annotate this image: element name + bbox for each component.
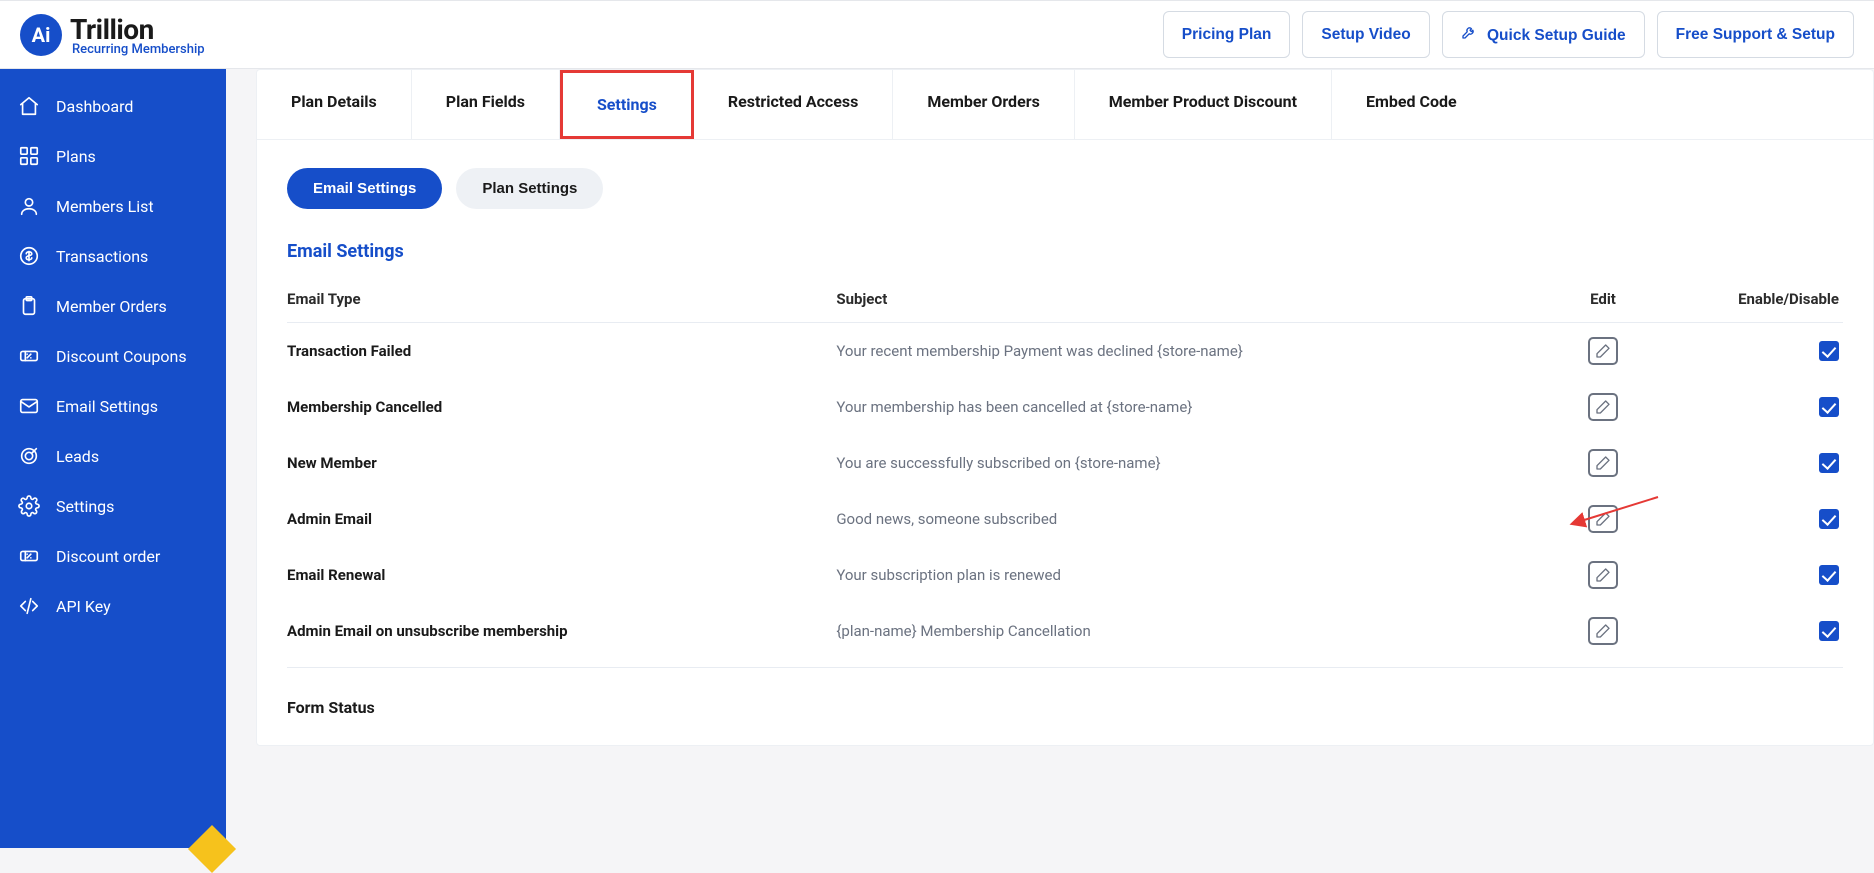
subject-cell: You are successfully subscribed on {stor… (836, 454, 1523, 472)
email-settings-pill[interactable]: Email Settings (287, 168, 442, 209)
mail-icon (18, 395, 40, 417)
edit-button[interactable] (1588, 449, 1618, 477)
topbar-actions: Pricing Plan Setup Video Quick Setup Gui… (1163, 11, 1854, 58)
email-type-cell: New Member (287, 454, 836, 472)
email-type-cell: Email Renewal (287, 566, 836, 584)
dollar-icon (18, 245, 40, 267)
code-icon (18, 595, 40, 617)
edit-button[interactable] (1588, 561, 1618, 589)
tab-embed-code[interactable]: Embed Code (1332, 70, 1491, 139)
enable-checkbox[interactable] (1819, 397, 1839, 417)
free-support-button[interactable]: Free Support & Setup (1657, 11, 1854, 58)
main-content: Plan DetailsPlan FieldsSettingsRestricte… (226, 69, 1874, 848)
table-row: Admin EmailGood news, someone subscribed (287, 491, 1843, 547)
sidebar-item-label: Settings (56, 497, 114, 516)
ticket-icon (18, 345, 40, 367)
col-enable: Enable/Disable (1683, 290, 1843, 308)
enable-checkbox[interactable] (1819, 621, 1839, 641)
tab-plan-fields[interactable]: Plan Fields (412, 70, 560, 139)
tabs: Plan DetailsPlan FieldsSettingsRestricte… (257, 70, 1873, 140)
table-row: Email RenewalYour subscription plan is r… (287, 547, 1843, 603)
home-icon (18, 95, 40, 117)
form-status-heading: Form Status (287, 698, 1843, 717)
email-type-cell: Admin Email (287, 510, 836, 528)
table-row: Admin Email on unsubscribe membership{pl… (287, 603, 1843, 668)
sidebar-item-api-key[interactable]: API Key (0, 581, 226, 631)
pricing-plan-button[interactable]: Pricing Plan (1163, 11, 1291, 58)
table-row: Membership CancelledYour membership has … (287, 379, 1843, 435)
email-type-cell: Admin Email on unsubscribe membership (287, 622, 836, 640)
col-email-type: Email Type (287, 290, 836, 308)
sidebar-item-label: Plans (56, 147, 96, 166)
subject-cell: Your membership has been cancelled at {s… (836, 398, 1523, 416)
email-settings-table: Email Type Subject Edit Enable/Disable T… (287, 280, 1843, 668)
section-title: Email Settings (287, 241, 1843, 262)
edit-button[interactable] (1588, 617, 1618, 645)
ticket-icon (18, 545, 40, 567)
sidebar-item-label: API Key (56, 597, 111, 616)
sidebar-item-dashboard[interactable]: Dashboard (0, 81, 226, 131)
col-edit: Edit (1523, 290, 1683, 308)
email-type-cell: Transaction Failed (287, 342, 836, 360)
sidebar-item-label: Members List (56, 197, 154, 216)
sidebar-item-discount-coupons[interactable]: Discount Coupons (0, 331, 226, 381)
sub-tab-row: Email Settings Plan Settings (287, 168, 1843, 209)
sidebar-item-leads[interactable]: Leads (0, 431, 226, 481)
target-icon (18, 445, 40, 467)
email-type-cell: Membership Cancelled (287, 398, 836, 416)
subject-cell: {plan-name} Membership Cancellation (836, 622, 1523, 640)
brand-badge-icon: Ai (20, 14, 62, 56)
tab-plan-details[interactable]: Plan Details (257, 70, 412, 139)
sidebar-item-email-settings[interactable]: Email Settings (0, 381, 226, 431)
subject-cell: Good news, someone subscribed (836, 510, 1523, 528)
subject-cell: Your recent membership Payment was decli… (836, 342, 1523, 360)
sidebar-item-member-orders[interactable]: Member Orders (0, 281, 226, 331)
subject-cell: Your subscription plan is renewed (836, 566, 1523, 584)
clipboard-icon (18, 295, 40, 317)
plan-settings-pill[interactable]: Plan Settings (456, 168, 603, 209)
topbar: Ai Trillion Recurring Membership Pricing… (0, 0, 1874, 69)
table-header: Email Type Subject Edit Enable/Disable (287, 280, 1843, 323)
panel: Plan DetailsPlan FieldsSettingsRestricte… (256, 69, 1874, 746)
tab-member-product-discount[interactable]: Member Product Discount (1075, 70, 1332, 139)
brand-logo: Ai Trillion Recurring Membership (20, 13, 205, 57)
user-icon (18, 195, 40, 217)
col-subject: Subject (836, 290, 1523, 308)
tab-settings[interactable]: Settings (560, 70, 694, 139)
setup-video-button[interactable]: Setup Video (1302, 11, 1429, 58)
sidebar-item-settings[interactable]: Settings (0, 481, 226, 531)
brand-subtitle: Recurring Membership (70, 42, 205, 57)
edit-button[interactable] (1588, 337, 1618, 365)
sidebar-item-label: Leads (56, 447, 99, 466)
sidebar-item-label: Dashboard (56, 97, 133, 116)
grid-icon (18, 145, 40, 167)
table-row: New MemberYou are successfully subscribe… (287, 435, 1843, 491)
sidebar-item-label: Member Orders (56, 297, 167, 316)
sidebar-item-label: Transactions (56, 247, 148, 266)
enable-checkbox[interactable] (1819, 509, 1839, 529)
sidebar-item-plans[interactable]: Plans (0, 131, 226, 181)
enable-checkbox[interactable] (1819, 341, 1839, 361)
sidebar-item-label: Email Settings (56, 397, 158, 416)
table-row: Transaction FailedYour recent membership… (287, 323, 1843, 379)
sidebar-item-discount-order[interactable]: Discount order (0, 531, 226, 581)
wrench-icon (1461, 27, 1481, 44)
sidebar-item-members-list[interactable]: Members List (0, 181, 226, 231)
sidebar-item-label: Discount order (56, 547, 160, 566)
quick-setup-guide-button[interactable]: Quick Setup Guide (1442, 11, 1645, 58)
tab-restricted-access[interactable]: Restricted Access (694, 70, 894, 139)
tab-member-orders[interactable]: Member Orders (893, 70, 1074, 139)
edit-button[interactable] (1588, 393, 1618, 421)
gear-icon (18, 495, 40, 517)
enable-checkbox[interactable] (1819, 453, 1839, 473)
sidebar: Dashboard Plans Members List Transactions Me… (0, 69, 226, 848)
sidebar-item-transactions[interactable]: Transactions (0, 231, 226, 281)
sidebar-item-label: Discount Coupons (56, 347, 187, 366)
edit-button[interactable] (1588, 505, 1618, 533)
enable-checkbox[interactable] (1819, 565, 1839, 585)
